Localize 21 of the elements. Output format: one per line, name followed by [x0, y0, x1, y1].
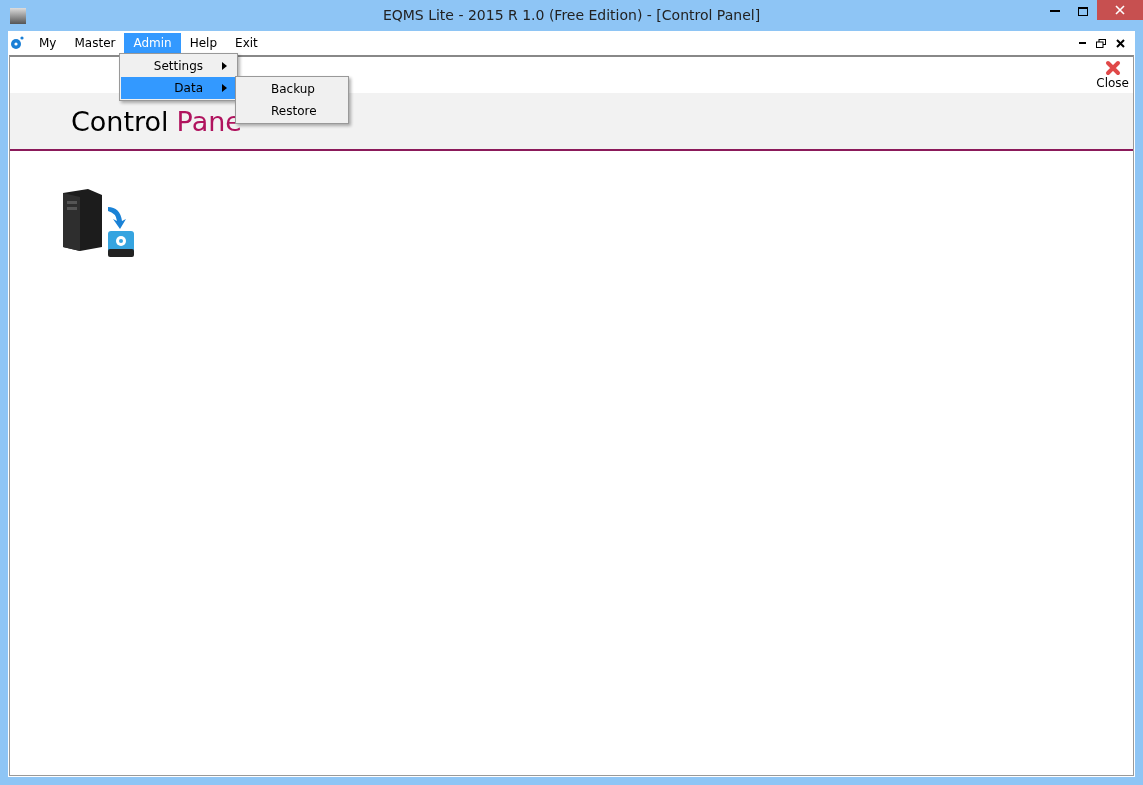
minimize-icon	[1050, 10, 1060, 12]
restore-icon[interactable]	[1096, 38, 1106, 48]
menu-item[interactable]: Settings	[121, 55, 236, 77]
menu-item[interactable]: Help	[180, 33, 227, 53]
menu-item[interactable]: Exit	[226, 33, 267, 53]
close-icon	[1104, 60, 1121, 76]
submenu-arrow-icon	[222, 62, 227, 70]
menu-item[interactable]: Restore	[236, 100, 348, 122]
app-logo-icon[interactable]	[10, 36, 24, 50]
close-icon[interactable]	[1116, 38, 1125, 48]
menu-item[interactable]: Backup	[236, 78, 348, 100]
menu-item[interactable]: My	[30, 33, 66, 53]
close-button[interactable]: Close	[1092, 57, 1133, 93]
close-icon	[1115, 5, 1125, 15]
maximize-icon	[1078, 6, 1088, 16]
menu-item[interactable]: Master	[65, 33, 125, 53]
submenu-arrow-icon	[222, 84, 227, 92]
app-icon[interactable]	[10, 7, 26, 24]
page-title: Control	[71, 105, 169, 137]
menu-item[interactable]: Data	[121, 77, 236, 99]
window-title: EQMS Lite - 2015 R 1.0 (Free Edition) - [Control Panel]	[382, 7, 761, 23]
